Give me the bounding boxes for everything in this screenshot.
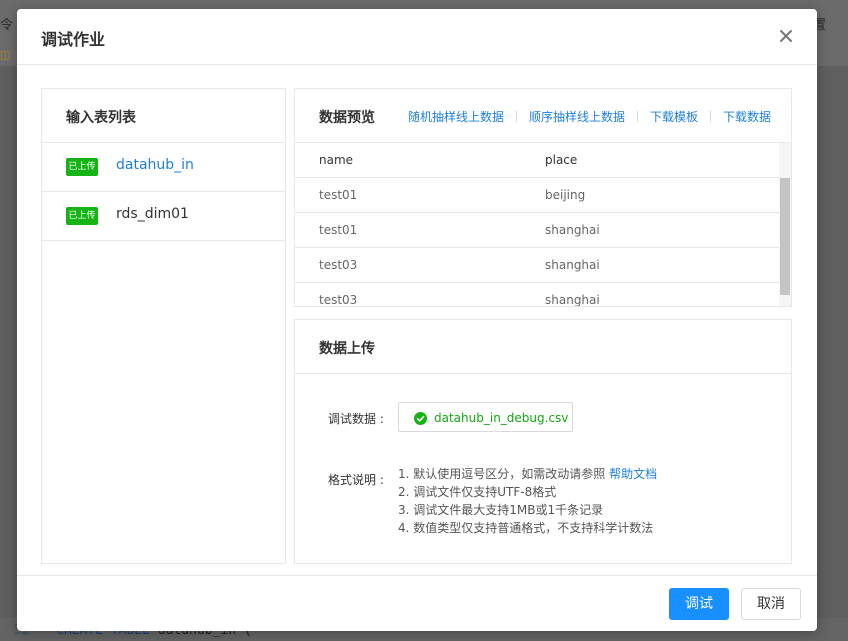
action-divider bbox=[637, 111, 639, 122]
modal-header: 调试作业 bbox=[17, 9, 817, 65]
format-note-4: 4. 数值类型仅支持普通格式，不支持科学计数法 bbox=[398, 521, 654, 535]
uploaded-file-box[interactable]: datahub_in_debug.csv bbox=[398, 402, 573, 432]
background-warning-icon: ◫ bbox=[0, 48, 11, 61]
format-note-1: 1. 默认使用逗号区分，如需改动请参照 帮助文档 bbox=[398, 465, 657, 483]
input-table-list-header: 输入表列表 bbox=[42, 89, 285, 143]
input-table-name[interactable]: rds_dim01 bbox=[116, 206, 189, 222]
data-preview-actions: 随机抽样线上数据 顺序抽样线上数据 下载模板 下载数据 bbox=[408, 108, 771, 125]
cell-place: shanghai bbox=[545, 293, 600, 307]
cell-name: test01 bbox=[319, 223, 358, 237]
download-data-link[interactable]: 下载数据 bbox=[723, 108, 771, 125]
modal-title: 调试作业 bbox=[41, 30, 106, 49]
uploaded-badge: 已上传 bbox=[66, 158, 98, 176]
uploaded-badge: 已上传 bbox=[66, 207, 98, 225]
random-sample-link[interactable]: 随机抽样线上数据 bbox=[408, 108, 504, 125]
debug-data-label: 调试数据 : bbox=[328, 412, 384, 426]
format-description-label: 格式说明 : bbox=[328, 473, 384, 487]
data-preview-header: 数据预览 随机抽样线上数据 顺序抽样线上数据 下载模板 下载数据 bbox=[295, 89, 791, 143]
column-header-name: name bbox=[319, 153, 354, 167]
input-table-list-title: 输入表列表 bbox=[66, 110, 136, 126]
format-note-2: 2. 调试文件仅支持UTF-8格式 bbox=[398, 485, 557, 499]
action-divider bbox=[710, 111, 712, 122]
table-header-row: name place bbox=[295, 143, 779, 178]
modal-footer: 调试 取消 bbox=[17, 575, 817, 632]
cell-name: test03 bbox=[319, 293, 358, 307]
preview-table: name place test01 beijing test01 shangha… bbox=[295, 143, 779, 307]
table-row: test03 shanghai bbox=[295, 283, 779, 307]
debug-button[interactable]: 调试 bbox=[669, 588, 729, 620]
download-template-link[interactable]: 下载模板 bbox=[650, 108, 698, 125]
debug-job-modal: 调试作业 输入表列表 已上传 datahub_in 已上传 rds_dim01 … bbox=[17, 9, 817, 631]
action-divider bbox=[516, 111, 518, 122]
table-row: test03 shanghai bbox=[295, 248, 779, 283]
format-note-text: 1. 默认使用逗号区分，如需改动请参照 bbox=[398, 467, 610, 481]
data-upload-header: 数据上传 bbox=[295, 320, 791, 374]
input-table-list-panel: 输入表列表 已上传 datahub_in 已上传 rds_dim01 bbox=[41, 88, 286, 564]
data-preview-title: 数据预览 bbox=[319, 110, 375, 126]
cell-name: test01 bbox=[319, 188, 358, 202]
table-row: test01 beijing bbox=[295, 178, 779, 213]
close-icon[interactable] bbox=[775, 25, 797, 47]
uploaded-file-name: datahub_in_debug.csv bbox=[434, 411, 569, 425]
data-preview-panel: 数据预览 随机抽样线上数据 顺序抽样线上数据 下载模板 下载数据 name pl… bbox=[294, 88, 792, 307]
input-table-item-datahub-in[interactable]: 已上传 datahub_in bbox=[42, 143, 285, 192]
column-header-place: place bbox=[545, 153, 578, 167]
data-upload-panel: 数据上传 调试数据 : datahub_in_debug.csv 格式说明 : … bbox=[294, 319, 792, 564]
cancel-button[interactable]: 取消 bbox=[741, 588, 801, 620]
data-upload-title: 数据上传 bbox=[319, 341, 375, 357]
cell-place: shanghai bbox=[545, 258, 600, 272]
cell-place: shanghai bbox=[545, 223, 600, 237]
check-circle-icon bbox=[414, 412, 427, 425]
cell-name: test03 bbox=[319, 258, 358, 272]
sequential-sample-link[interactable]: 顺序抽样线上数据 bbox=[529, 108, 625, 125]
input-table-name[interactable]: datahub_in bbox=[116, 157, 194, 173]
input-table-item-rds-dim01[interactable]: 已上传 rds_dim01 bbox=[42, 192, 285, 241]
help-doc-link[interactable]: 帮助文档 bbox=[609, 467, 657, 481]
cell-place: beijing bbox=[545, 188, 586, 202]
table-row: test01 shanghai bbox=[295, 213, 779, 248]
preview-scrollbar-thumb[interactable] bbox=[780, 178, 790, 295]
format-notes: 1. 默认使用逗号区分，如需改动请参照 帮助文档 2. 调试文件仅支持UTF-8… bbox=[398, 465, 657, 537]
format-note-3: 3. 调试文件最大支持1MB或1千条记录 bbox=[398, 503, 604, 517]
